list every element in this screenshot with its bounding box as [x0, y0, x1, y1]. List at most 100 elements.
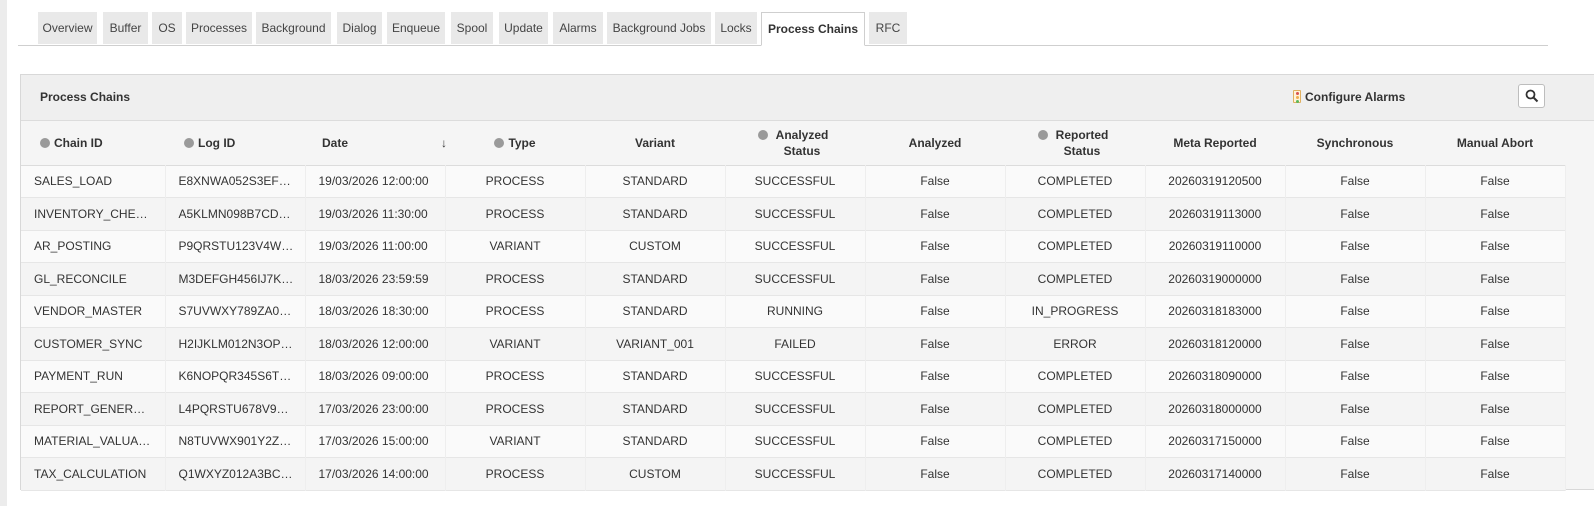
cell-chain-id: GL_RECONCILE: [21, 262, 166, 295]
column-header-reported-status[interactable]: Reported Status: [1005, 121, 1145, 165]
status-dot-icon: [494, 137, 505, 148]
cell-meta-reported: 20260318090000: [1145, 360, 1286, 393]
tab-os[interactable]: OS: [152, 12, 182, 44]
column-header-analyzed[interactable]: Analyzed: [865, 121, 1005, 165]
cell-date: 17/03/2026 23:00:00: [305, 392, 446, 425]
cell-analyzed: False: [865, 230, 1006, 263]
cell-analyzed: False: [865, 327, 1006, 360]
cell-manual-abort: False: [1425, 425, 1566, 458]
table-row[interactable]: GL_RECONCILE M3DEFGH456IJ7K… 18/03/2026 23…: [21, 262, 1566, 295]
cell-variant: STANDARD: [585, 392, 726, 425]
table-row[interactable]: INVENTORY_CHE… A5KLMN098B7CD… 19/03/2026 1…: [21, 197, 1566, 230]
configure-alarms-link[interactable]: Configure Alarms: [1293, 90, 1405, 104]
cell-analyzed: False: [865, 392, 1006, 425]
cell-log-id: L4PQRSTU678V9…: [165, 392, 306, 425]
column-header-meta-reported[interactable]: Meta Reported: [1145, 121, 1285, 165]
tab-buffer[interactable]: Buffer: [103, 12, 148, 44]
cell-manual-abort: False: [1425, 165, 1566, 198]
tab-dialog[interactable]: Dialog: [337, 12, 382, 44]
tab-processes[interactable]: Processes: [186, 12, 252, 44]
left-sidebar-strip: [0, 0, 7, 506]
cell-manual-abort: False: [1425, 327, 1566, 360]
cell-synchronous: False: [1285, 392, 1426, 425]
status-dot-icon: [184, 137, 194, 148]
process-chains-table: Chain ID Log ID Date ↓ Type Variant Analy…: [21, 121, 1566, 491]
cell-reported-status: COMPLETED: [1005, 262, 1146, 295]
column-header-log-id[interactable]: Log ID: [165, 121, 305, 165]
cell-type: PROCESS: [445, 295, 586, 328]
cell-date: 19/03/2026 12:00:00: [305, 165, 446, 198]
column-header-date[interactable]: Date ↓: [305, 121, 447, 165]
cell-meta-reported: 20260317150000: [1145, 425, 1286, 458]
column-header-analyzed-status[interactable]: Analyzed Status: [725, 121, 865, 165]
cell-chain-id: PAYMENT_RUN: [21, 360, 166, 393]
cell-analyzed-status: SUCCESSFUL: [725, 262, 866, 295]
tab-locks[interactable]: Locks: [715, 12, 757, 44]
panel-header: Process Chains Configure Alarms: [21, 75, 1594, 121]
column-header-manual-abort[interactable]: Manual Abort: [1425, 121, 1565, 165]
column-header-synchronous[interactable]: Synchronous: [1285, 121, 1425, 165]
cell-reported-status: COMPLETED: [1005, 230, 1146, 263]
cell-type: PROCESS: [445, 165, 586, 198]
cell-chain-id: VENDOR_MASTER: [21, 295, 166, 328]
cell-type: PROCESS: [445, 392, 586, 425]
cell-chain-id: CUSTOMER_SYNC: [21, 327, 166, 360]
cell-variant: STANDARD: [585, 295, 726, 328]
cell-chain-id: INVENTORY_CHE…: [21, 197, 166, 230]
cell-synchronous: False: [1285, 197, 1426, 230]
cell-variant: CUSTOM: [585, 457, 726, 490]
cell-synchronous: False: [1285, 230, 1426, 263]
cell-manual-abort: False: [1425, 230, 1566, 263]
cell-manual-abort: False: [1425, 392, 1566, 425]
table-row[interactable]: PAYMENT_RUN K6NOPQR345S6T… 18/03/2026 09:0…: [21, 360, 1566, 393]
tab-rfc[interactable]: RFC: [869, 12, 907, 44]
cell-variant: VARIANT_001: [585, 327, 726, 360]
cell-synchronous: False: [1285, 457, 1426, 490]
cell-date: 18/03/2026 12:00:00: [305, 327, 446, 360]
cell-analyzed: False: [865, 360, 1006, 393]
cell-analyzed-status: SUCCESSFUL: [725, 230, 866, 263]
search-button[interactable]: [1518, 84, 1545, 108]
cell-meta-reported: 20260319120500: [1145, 165, 1286, 198]
cell-reported-status: COMPLETED: [1005, 197, 1146, 230]
tab-spool[interactable]: Spool: [451, 12, 493, 44]
table-row[interactable]: MATERIAL_VALUA… N8TUVWX901Y2Z… 17/03/2026 …: [21, 425, 1566, 458]
cell-type: VARIANT: [445, 230, 586, 263]
cell-variant: STANDARD: [585, 425, 726, 458]
cell-chain-id: AR_POSTING: [21, 230, 166, 263]
cell-meta-reported: 20260318183000: [1145, 295, 1286, 328]
tab-background-jobs[interactable]: Background Jobs: [607, 12, 711, 44]
tab-update[interactable]: Update: [499, 12, 548, 44]
cell-analyzed-status: SUCCESSFUL: [725, 197, 866, 230]
cell-analyzed: False: [865, 197, 1006, 230]
table-row[interactable]: REPORT_GENER… L4PQRSTU678V9… 17/03/2026 23…: [21, 392, 1566, 425]
cell-log-id: S7UVWXY789ZA0…: [165, 295, 306, 328]
cell-variant: STANDARD: [585, 360, 726, 393]
tab-process-chains[interactable]: Process Chains: [761, 12, 865, 46]
sort-down-arrow-icon: ↓: [441, 136, 447, 150]
cell-log-id: A5KLMN098B7CD…: [165, 197, 306, 230]
table-row[interactable]: SALES_LOAD E8XNWA052S3EF… 19/03/2026 12:00…: [21, 165, 1566, 198]
table-row[interactable]: TAX_CALCULATION Q1WXYZ012A3BC… 17/03/2026 …: [21, 457, 1566, 490]
tab-overview[interactable]: Overview: [38, 12, 97, 44]
cell-synchronous: False: [1285, 295, 1426, 328]
column-header-variant[interactable]: Variant: [585, 121, 725, 165]
column-header-type[interactable]: Type: [445, 121, 585, 165]
cell-analyzed: False: [865, 457, 1006, 490]
table-row[interactable]: VENDOR_MASTER S7UVWXY789ZA0… 18/03/2026 18…: [21, 295, 1566, 328]
cell-reported-status: ERROR: [1005, 327, 1146, 360]
tab-alarms[interactable]: Alarms: [553, 12, 603, 44]
panel-title: Process Chains: [40, 90, 131, 104]
cell-type: PROCESS: [445, 197, 586, 230]
table-row[interactable]: AR_POSTING P9QRSTU123V4W… 19/03/2026 11:00…: [21, 230, 1566, 263]
cell-synchronous: False: [1285, 425, 1426, 458]
tab-background[interactable]: Background: [256, 12, 331, 44]
column-header-chain-id[interactable]: Chain ID: [21, 121, 165, 165]
cell-manual-abort: False: [1425, 295, 1566, 328]
cell-manual-abort: False: [1425, 262, 1566, 295]
cell-variant: STANDARD: [585, 165, 726, 198]
tab-enqueue[interactable]: Enqueue: [387, 12, 445, 44]
cell-log-id: K6NOPQR345S6T…: [165, 360, 306, 393]
table-row[interactable]: CUSTOMER_SYNC H2IJKLM012N3OP… 18/03/2026 1…: [21, 327, 1566, 360]
cell-synchronous: False: [1285, 327, 1426, 360]
